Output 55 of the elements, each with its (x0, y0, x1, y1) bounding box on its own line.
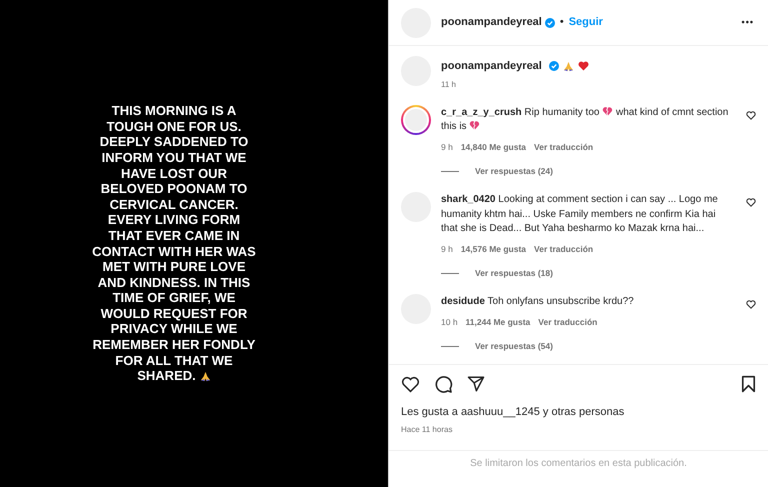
username-link[interactable]: poonampandeyreal (441, 58, 542, 74)
likes-count[interactable]: 14,840 Me gusta (460, 140, 526, 154)
like-icon[interactable] (746, 198, 756, 207)
like-icon[interactable] (746, 110, 756, 120)
post-text-line: CONTACT WITH HER WAS (92, 244, 256, 260)
post-text-line: WOULD REQUEST FOR (100, 306, 248, 322)
view-replies-link[interactable]: Ver respuestas (18) (475, 267, 553, 280)
comment-icon[interactable] (434, 374, 453, 394)
follow-link[interactable]: Seguir (568, 14, 603, 31)
post-time: Hace 11 horas (401, 424, 454, 436)
translate-link[interactable]: Ver traducción (538, 316, 598, 328)
translate-link[interactable]: Ver traducción (534, 242, 594, 256)
broken-heart-icon (469, 120, 480, 130)
post-text-line: TIME OF GRIEF, WE (112, 290, 236, 306)
separator-dot: • (560, 15, 564, 30)
post-text-line: EVERY LIVING FORM (108, 212, 240, 228)
likes-count[interactable]: 14,576 Me gusta (460, 242, 526, 256)
post-text-line: REMEMBER HER FONDLY (92, 337, 256, 353)
view-replies-link[interactable]: Ver respuestas (24) (475, 165, 553, 178)
like-icon[interactable] (746, 300, 756, 309)
post-text-line: CERVICAL CANCER. (110, 196, 238, 212)
comment-text: shark_0420 Looking at comment section i can say ... Logo me humanity khtm hai... Uske Family members ne confirm Kia hai that she is Dead... But Yaha besharmo ko Mazak krna hai... (441, 193, 719, 236)
more-options-button[interactable]: ••• (742, 16, 756, 30)
praying-hands-icon (200, 370, 211, 382)
post-text-line: SHARED. (137, 368, 196, 384)
share-icon[interactable] (467, 375, 485, 393)
post-text-line: HAVE LOST OUR (121, 166, 227, 182)
post-text-line: AND KINDNESS. IN THIS (98, 274, 250, 290)
post-text-line: THAT EVER CAME IN (108, 228, 240, 244)
post-text-line: DEEPLY SADDENED TO (100, 134, 248, 150)
like-icon[interactable] (401, 376, 420, 392)
post-text-line: BELOVED POONAM TO (100, 181, 248, 197)
post-text-line: FOR ALL THAT WE (115, 352, 233, 368)
praying-hands-icon (562, 60, 574, 72)
post-text-line: PRIVACY WHILE WE (110, 321, 238, 338)
post-text-line: TOUGH ONE FOR US. (106, 118, 242, 134)
post-text-line: MET WITH PURE LOVE (102, 259, 246, 275)
post-text-line: INFORM YOU THAT WE (102, 150, 246, 166)
translate-link[interactable]: Ver traducción (534, 140, 594, 154)
comment-time: 11 h (441, 78, 457, 90)
comments-notice: Se limitaron los comentarios en esta publicación. (470, 457, 687, 472)
comment-text: desidude Toh onlyfans unsubscribe krdu?? (441, 295, 635, 309)
story-ring-avatar[interactable] (401, 104, 431, 134)
broken-heart-icon (602, 106, 614, 116)
post-text-line: THIS MORNING IS A (112, 103, 236, 119)
comment-time: 9 h (441, 140, 453, 154)
comment-time: 10 h (441, 316, 458, 328)
comment-text: c_r_a_z_y_crush Rip humanity too what kind of cmnt section this is (441, 104, 730, 134)
likes-text: Les gusta a aashuuu__1245 y otras personas (401, 405, 626, 420)
view-replies-link[interactable]: Ver respuestas (54) (475, 340, 553, 353)
comment-time: 9 h (441, 242, 453, 256)
bookmark-icon[interactable] (741, 375, 756, 393)
likes-count[interactable]: 11,244 Me gusta (466, 316, 530, 328)
username-link[interactable]: poonampandeyreal (441, 14, 542, 31)
heart-icon (578, 61, 589, 72)
